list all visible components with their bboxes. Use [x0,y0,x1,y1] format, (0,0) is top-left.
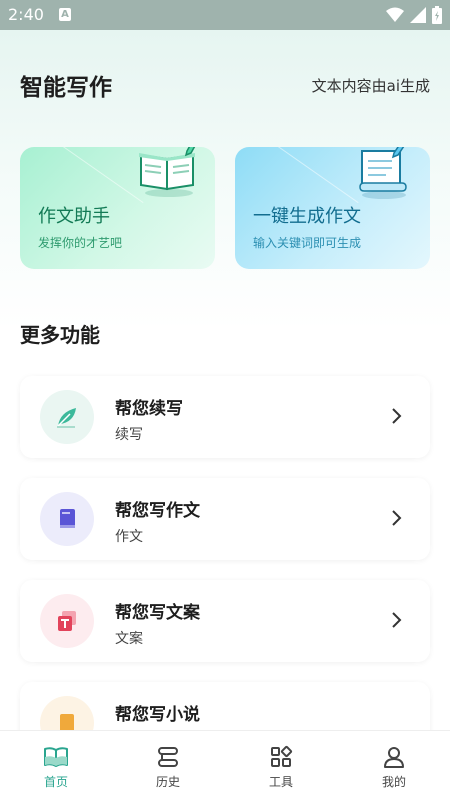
history-icon [158,747,178,767]
wifi-icon [386,7,404,22]
notification-icon: A [59,8,71,21]
nav-label: 首页 [43,775,68,789]
user-icon [384,747,404,768]
chevron-right-icon [392,510,402,526]
nav-label: 历史 [155,775,180,789]
signal-icon [410,7,426,23]
nav-label: 我的 [381,775,406,789]
status-bar: 2:40 A [0,0,450,30]
nav-history[interactable]: 历史 [112,731,224,800]
book-icon [60,509,75,528]
card-title: 一键生成作文 [253,206,361,227]
text-doc-icon [58,611,76,631]
feature-write-copy[interactable]: 帮您写文案 文案 [20,580,430,662]
feature-write-essay[interactable]: 帮您写作文 作文 [20,478,430,560]
chevron-right-icon [392,612,402,628]
card-title: 作文助手 [38,206,110,227]
nav-label: 工具 [268,775,293,789]
bottom-nav: 首页 历史 工具 我的 [0,730,450,800]
feature-title: 帮您写文案 [115,603,200,623]
feature-subtitle: 文案 [115,631,143,647]
ai-disclaimer: 文本内容由ai生成 [311,77,430,95]
section-title: 更多功能 [20,323,100,347]
nav-mine[interactable]: 我的 [338,731,450,800]
book-open-icon [44,747,68,767]
feature-icon-wrap [40,492,94,546]
feature-continue-writing[interactable]: 帮您续写 续写 [20,376,430,458]
nav-tools[interactable]: 工具 [225,731,337,800]
chevron-right-icon [392,408,402,424]
feature-subtitle: 续写 [115,427,143,443]
card-subtitle: 发挥你的才艺吧 [38,236,123,250]
feature-subtitle: 作文 [115,529,143,545]
open-book-pen-icon [139,147,196,197]
status-time: 2:40 [8,5,44,24]
feather-icon [57,408,76,428]
status-icons [386,6,442,24]
tools-grid-icon [271,745,293,767]
card-subtitle: 输入关键词即可生成 [253,236,362,250]
nav-home[interactable]: 首页 [0,731,112,800]
scroll-pen-icon [359,147,407,199]
battery-icon [432,6,442,24]
feature-title: 帮您续写 [115,399,183,419]
feature-icon-wrap [40,390,94,444]
feature-icon-wrap [40,594,94,648]
one-click-essay-card[interactable]: 一键生成作文 输入关键词即可生成 [235,147,430,269]
essay-assistant-card[interactable]: 作文助手 发挥你的才艺吧 [20,147,215,269]
feature-title: 帮您写小说 [115,705,200,725]
page-title: 智能写作 [20,75,112,101]
feature-title: 帮您写作文 [115,501,200,521]
